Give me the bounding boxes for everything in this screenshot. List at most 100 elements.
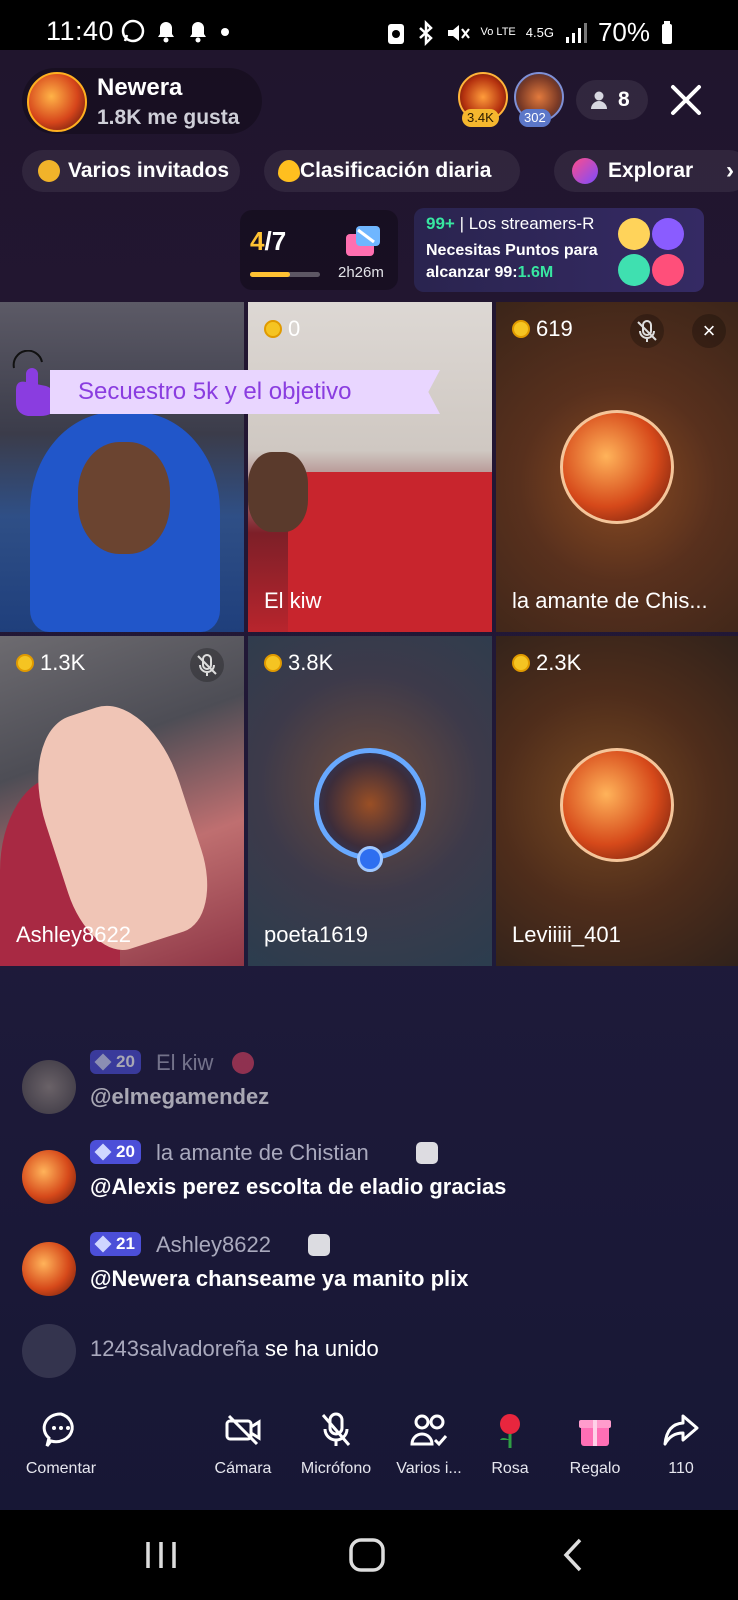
close-icon[interactable]: × bbox=[692, 314, 726, 348]
guest-tile[interactable]: 2.3K Leviiiii_401 bbox=[496, 636, 738, 966]
gift-label: Regalo bbox=[569, 1460, 621, 1477]
recycle-icon bbox=[387, 23, 404, 44]
share-arrow-icon bbox=[663, 1414, 699, 1446]
level-badge: 21 bbox=[90, 1232, 141, 1256]
coin-icon bbox=[264, 654, 282, 672]
close-icon[interactable] bbox=[664, 78, 708, 122]
guest-name: Leviiiii_401 bbox=[512, 922, 621, 947]
explore-chip[interactable]: Explorar › bbox=[554, 150, 738, 192]
guest-coins: 2.3K bbox=[512, 650, 581, 676]
join-text: 1243salvadoreña se ha unido bbox=[90, 1336, 379, 1361]
join-username[interactable]: 1243salvadoreña bbox=[90, 1336, 259, 1361]
event-rank: 99+ bbox=[426, 214, 455, 233]
event-subtitle: Necesitas Puntos para bbox=[426, 242, 598, 259]
comment-avatar[interactable] bbox=[22, 1242, 76, 1296]
person-icon bbox=[591, 91, 607, 109]
guest-coins: 3.8K bbox=[264, 650, 333, 676]
multi-guest-label: Varios i... bbox=[396, 1460, 462, 1477]
rose-button[interactable]: Rosa bbox=[465, 1410, 555, 1478]
recent-apps-icon[interactable] bbox=[138, 1532, 184, 1578]
host-likes: 1.8K me gusta bbox=[97, 106, 240, 129]
level-badge: 20 bbox=[90, 1140, 141, 1164]
flame-icon bbox=[278, 160, 300, 182]
mic-button[interactable]: Micrófono bbox=[291, 1410, 381, 1478]
guest-tile[interactable]: 619 × la amante de Chis... bbox=[496, 302, 738, 632]
multi-guest-button[interactable]: Varios i... bbox=[384, 1410, 474, 1478]
dot-icon bbox=[221, 28, 229, 36]
goal-progress-bar bbox=[250, 272, 320, 277]
shield-icon bbox=[357, 846, 383, 872]
guest-face bbox=[248, 452, 308, 532]
comment-username[interactable]: El kiw bbox=[156, 1050, 213, 1076]
bell-icon bbox=[190, 22, 206, 43]
guest-name: Ashley8622 bbox=[16, 922, 131, 947]
camera-button[interactable]: Cámara bbox=[198, 1410, 288, 1478]
viewer-badge: 302 bbox=[519, 109, 551, 127]
viewer-count: 8 bbox=[618, 88, 630, 111]
battery-percent: 70% bbox=[597, 17, 650, 47]
mic-label: Micrófono bbox=[300, 1460, 372, 1477]
mic-off-icon[interactable] bbox=[630, 314, 664, 348]
gift-button[interactable]: Regalo bbox=[550, 1410, 640, 1478]
viewer-badge: 3.4K bbox=[462, 109, 499, 127]
rose-icon bbox=[500, 1414, 520, 1448]
hashtag-icon bbox=[38, 160, 60, 182]
host-avatar[interactable] bbox=[27, 72, 87, 132]
volte-label: Vo LTE bbox=[480, 26, 516, 38]
comment-text: @Newera chanseame ya manito plix bbox=[90, 1266, 469, 1291]
multi-guest-chip[interactable]: Varios invitados bbox=[22, 150, 240, 192]
guest-tile[interactable]: 0 El kiw bbox=[248, 302, 492, 632]
event-ranking-card[interactable]: 99+ | Los streamers-R Necesitas Puntos p… bbox=[414, 208, 704, 292]
camera-off-icon bbox=[225, 1414, 261, 1446]
guest-face bbox=[78, 442, 170, 554]
bluetooth-icon bbox=[418, 19, 433, 46]
guest-tile[interactable]: 1.3K Ashley8622 bbox=[0, 636, 244, 966]
gift-icon bbox=[579, 1420, 611, 1446]
comment-button[interactable]: Comentar bbox=[16, 1410, 106, 1478]
guest-name: poeta1619 bbox=[264, 922, 368, 947]
battery-icon bbox=[662, 20, 672, 44]
home-icon[interactable] bbox=[344, 1532, 390, 1578]
network-label: 4.5G bbox=[525, 25, 554, 40]
comment-avatar[interactable] bbox=[22, 1060, 76, 1114]
wave-icon bbox=[22, 1324, 76, 1378]
whatsapp-icon bbox=[121, 19, 145, 43]
guest-tile[interactable]: 3.8K poeta1619 bbox=[248, 636, 492, 966]
coin-icon bbox=[512, 654, 530, 672]
event-points: alcanzar 99:1.6M bbox=[426, 264, 554, 281]
signal-icon bbox=[565, 22, 587, 43]
comment-username[interactable]: la amante de Chistian bbox=[156, 1140, 369, 1166]
camera-label: Cámara bbox=[214, 1460, 272, 1477]
share-button[interactable]: 110 bbox=[636, 1410, 726, 1478]
mic-off-icon[interactable] bbox=[190, 648, 224, 682]
coin-icon bbox=[264, 320, 282, 338]
system-icons: Vo LTE 4.5G 70% bbox=[385, 17, 675, 48]
goal-progress-card[interactable]: 4/7 2h26m bbox=[240, 210, 398, 290]
goal-banner[interactable]: Secuestro 5k y el objetivo bbox=[50, 370, 440, 414]
host-info[interactable]: Newera 1.8K me gusta bbox=[22, 68, 262, 134]
goal-progress-count: 4/7 bbox=[250, 226, 287, 256]
status-time: 11:40 bbox=[46, 16, 115, 46]
role-badge-icon bbox=[232, 1052, 254, 1074]
rose-label: Rosa bbox=[491, 1460, 529, 1477]
guest-coins: 1.3K bbox=[16, 650, 85, 676]
chips-row: Varios invitados Clasificación diaria Ex… bbox=[22, 150, 738, 192]
comment-username[interactable]: Ashley8622 bbox=[156, 1232, 271, 1258]
daily-ranking-chip[interactable]: Clasificación diaria bbox=[264, 150, 520, 192]
level-badge: 20 bbox=[90, 1050, 141, 1074]
guest-name: El kiw bbox=[264, 588, 322, 613]
comment-bubble-icon bbox=[42, 1412, 74, 1447]
guests-icon bbox=[410, 1414, 448, 1447]
viewer-count-button[interactable]: 8 bbox=[576, 80, 648, 120]
guest-coins: 0 bbox=[264, 316, 300, 342]
back-icon[interactable] bbox=[552, 1532, 598, 1578]
comment-text: @elmegamendez bbox=[90, 1084, 270, 1109]
chip-label: Varios invitados bbox=[68, 159, 230, 182]
guest-avatar bbox=[560, 748, 674, 862]
mic-off-icon bbox=[321, 1412, 351, 1446]
comment-avatar[interactable] bbox=[22, 1150, 76, 1204]
coin-icon bbox=[512, 320, 530, 338]
guest-avatar bbox=[560, 410, 674, 524]
host-name: Newera bbox=[97, 74, 183, 101]
guest-coins: 619 bbox=[512, 316, 573, 342]
